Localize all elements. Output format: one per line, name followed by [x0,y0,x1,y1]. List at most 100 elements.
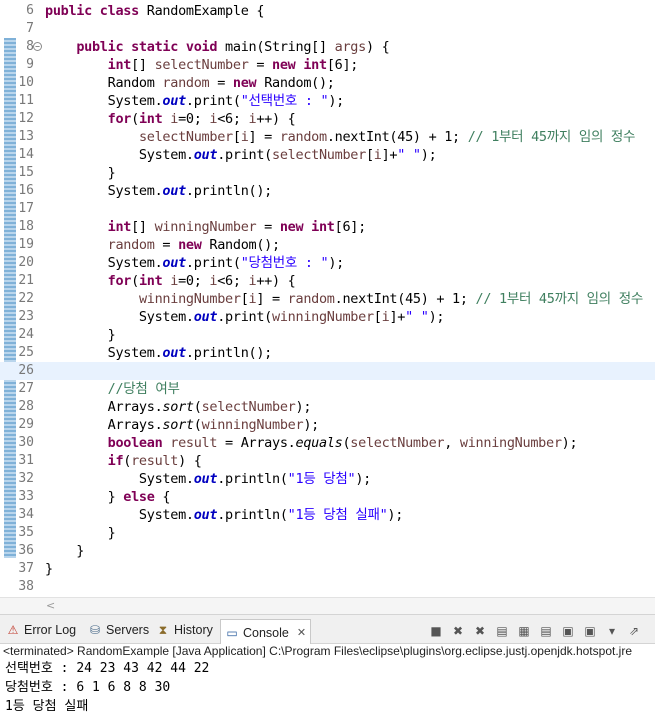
line-number: 18 [18,219,34,234]
code-text: } [45,327,116,343]
code-line[interactable]: 30 boolean result = Arrays.equals(select… [0,434,655,452]
code-line[interactable]: 14 System.out.print(selectNumber[i]+" ")… [0,146,655,164]
code-line[interactable]: 33 } else { [0,488,655,506]
code-text: System.out.println(); [45,345,273,361]
code-line[interactable]: 25 System.out.println(); [0,344,655,362]
code-text: } else { [45,489,171,505]
code-text: if(result) { [107,453,202,469]
code-line[interactable]: 36 } [0,542,655,560]
console-toolbar-button[interactable]: ▣ [582,623,598,639]
tab-history[interactable]: ⧗ History [156,620,213,640]
tab-console[interactable]: ▭ Console ✕ [220,619,312,645]
code-line[interactable]: 32 System.out.println("1등 당첨"); [0,470,655,488]
console-line: 선택번호 : 24 23 43 42 44 22 [5,661,210,676]
bottom-panel-tabbar: ⚠ Error Log ⛁ Servers ⧗ History ▭ Consol… [0,614,655,645]
code-line[interactable]: 17 [0,200,655,218]
console-toolbar-button[interactable]: ▣ [560,623,576,639]
code-text: winningNumber[i] = random.nextInt(45) + … [138,291,643,307]
code-text: System.out.print(selectNumber[i]+" "); [45,147,437,163]
line-number: 30 [18,435,34,450]
console-toolbar-button[interactable]: ■ [428,623,444,639]
code-text: System.out.println(); [45,183,273,199]
line-number: 29 [18,417,34,432]
line-number: 26 [18,363,34,378]
line-number: 23 [18,309,34,324]
tab-error-log[interactable]: ⚠ Error Log [6,620,77,640]
line-number: 12 [18,111,34,126]
console-toolbar-button[interactable]: ✖ [472,623,488,639]
code-line[interactable]: 26 [0,362,655,380]
line-number: 19 [18,237,34,252]
code-line[interactable]: 8− public static void main(String[] args… [0,38,655,56]
code-text: Arrays.sort(selectNumber); [45,399,312,415]
console-line: 1등 당첨 실패 [5,699,89,714]
console-toolbar-button[interactable]: ▾ [604,623,620,639]
code-text: System.out.println("1등 당첨"); [45,471,371,487]
console-line: 당첨번호 : 6 1 6 8 8 30 [5,680,171,695]
line-number: 17 [18,201,34,216]
code-line[interactable]: 38 [0,578,655,596]
code-line[interactable]: 16 System.out.println(); [0,182,655,200]
console-icon: ▭ [226,625,238,640]
line-number: 15 [18,165,34,180]
error-log-icon: ⚠ [7,623,19,637]
code-line[interactable]: 10 Random random = new Random(); [0,74,655,92]
console-toolbar-button[interactable]: ▤ [494,623,510,639]
line-number: 34 [18,507,34,522]
code-line[interactable]: 19 random = new Random(); [0,236,655,254]
code-line[interactable]: 11 System.out.print("선택번호 : "); [0,92,655,110]
code-text: public class RandomExample { [45,3,265,19]
code-line[interactable]: 28 Arrays.sort(selectNumber); [0,398,655,416]
code-line[interactable]: 7 [0,20,655,38]
code-line[interactable]: 34 System.out.println("1등 당첨 실패"); [0,506,655,524]
fold-toggle-icon[interactable]: − [33,42,42,51]
line-number: 32 [18,471,34,486]
code-text: for(int i=0; i<6; i++) { [107,111,296,127]
code-text: boolean result = Arrays.equals(selectNum… [107,435,578,451]
code-line[interactable]: 15 } [0,164,655,182]
code-text: System.out.print(winningNumber[i]+" "); [45,309,445,325]
code-line[interactable]: 29 Arrays.sort(winningNumber); [0,416,655,434]
code-text: public static void main(String[] args) { [76,39,390,55]
console-toolbar-button[interactable]: ▦ [516,623,532,639]
code-text: } [45,543,85,559]
code-line[interactable]: 13 selectNumber[i] = random.nextInt(45) … [0,128,655,146]
code-text: } [45,525,116,541]
line-number: 20 [18,255,34,270]
code-line[interactable]: 18 int[] winningNumber = new int[6]; [0,218,655,236]
code-line[interactable]: 20 System.out.print("당첨번호 : "); [0,254,655,272]
code-line[interactable]: 23 System.out.print(winningNumber[i]+" "… [0,308,655,326]
code-line[interactable]: 6 public class RandomExample { [0,2,655,20]
line-number: 10 [18,75,34,90]
code-line[interactable]: 22 winningNumber[i] = random.nextInt(45)… [0,290,655,308]
scroll-left-arrow-icon[interactable]: < [46,599,55,612]
tab-label: History [174,623,213,637]
code-text: int[] winningNumber = new int[6]; [107,219,367,235]
code-line[interactable]: 31 if(result) { [0,452,655,470]
line-number: 11 [18,93,34,108]
code-line[interactable]: 12 for(int i=0; i<6; i++) { [0,110,655,128]
code-line[interactable]: 27 //당첨 여부 [0,380,655,398]
code-text: System.out.print("선택번호 : "); [45,93,345,109]
line-number: 8 [26,39,34,54]
console-output[interactable]: 선택번호 : 24 23 43 42 44 22 당첨번호 : 6 1 6 8 … [0,660,655,719]
code-text: } [45,165,116,181]
code-text: System.out.println("1등 당첨 실패"); [45,507,404,523]
line-number: 21 [18,273,34,288]
code-line[interactable]: 24 } [0,326,655,344]
code-text: } [45,561,53,577]
tab-servers[interactable]: ⛁ Servers [88,620,149,640]
code-line[interactable]: 9 int[] selectNumber = new int[6]; [0,56,655,74]
console-process-label: <terminated> RandomExample [Java Applica… [0,644,655,660]
console-toolbar-button[interactable]: ▤ [538,623,554,639]
console-toolbar-button[interactable]: ✖ [450,623,466,639]
code-line[interactable]: 35 } [0,524,655,542]
code-line[interactable]: 21 for(int i=0; i<6; i++) { [0,272,655,290]
history-icon: ⧗ [158,623,168,637]
line-number: 25 [18,345,34,360]
horizontal-scrollbar[interactable]: < [0,597,655,614]
close-icon[interactable]: ✕ [297,623,306,643]
code-line[interactable]: 37} [0,560,655,578]
code-editor[interactable]: 6 public class RandomExample {7 8− public … [0,0,655,597]
console-toolbar-button[interactable]: ⇗ [626,623,642,639]
